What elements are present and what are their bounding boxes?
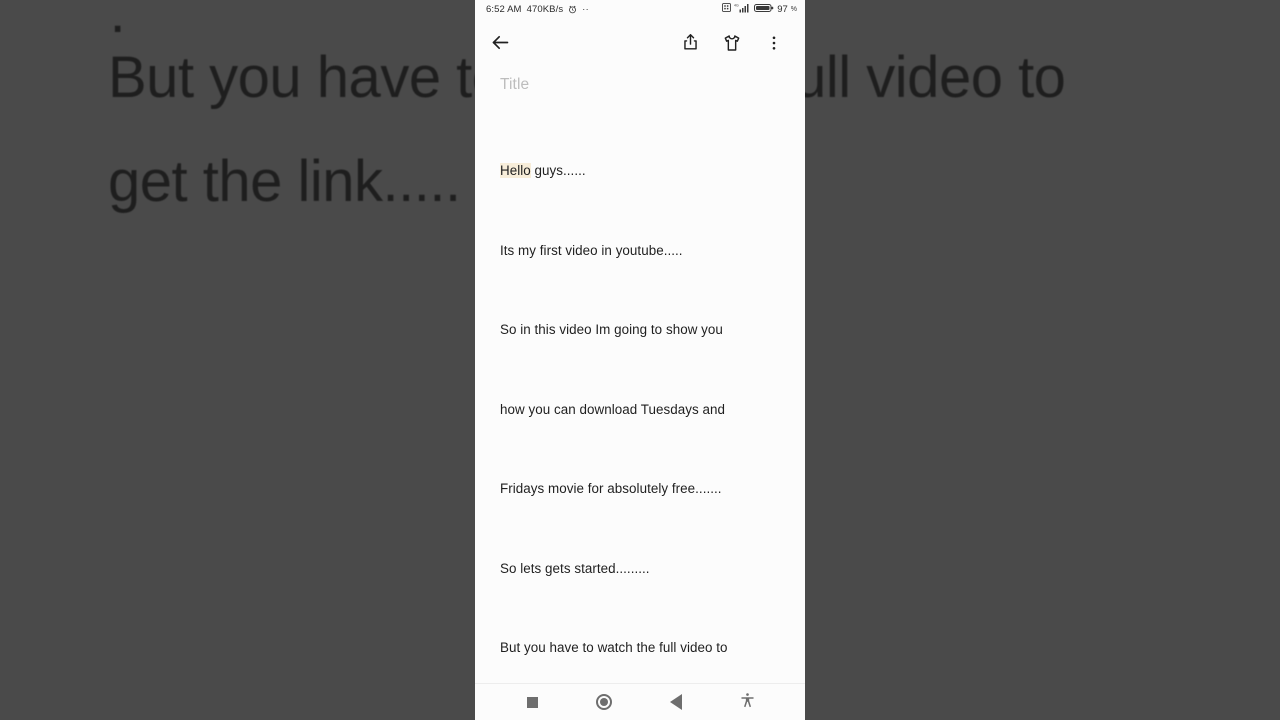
battery-percent: 97 bbox=[777, 3, 788, 15]
status-bar-right: 4G 97 % bbox=[722, 3, 797, 16]
triangle-left-icon bbox=[669, 694, 682, 710]
status-extra-dots: ·· bbox=[582, 4, 590, 14]
note-editor[interactable]: Title Hello guys...... Its my first vide… bbox=[475, 70, 805, 720]
share-icon bbox=[681, 33, 700, 55]
note-body-line: Hello guys...... bbox=[500, 158, 780, 185]
share-button[interactable] bbox=[669, 23, 711, 65]
note-body-line: how you can download Tuesdays and bbox=[500, 401, 725, 417]
note-body-text[interactable]: Hello guys...... Its my first video in y… bbox=[500, 105, 780, 720]
battery-icon bbox=[754, 3, 774, 16]
note-body-line: So in this video Im going to show you bbox=[500, 322, 723, 337]
note-body-line: Fridays movie for absolutely free....... bbox=[500, 481, 722, 496]
note-body-line: But you have to watch the full video to bbox=[500, 640, 728, 655]
status-bar: 6:52 AM 470KB/s ·· 4G 97 % bbox=[475, 0, 805, 18]
nav-back-button[interactable] bbox=[654, 684, 698, 720]
circle-icon bbox=[596, 694, 613, 710]
note-body-line: Its my first video in youtube..... bbox=[500, 242, 683, 258]
status-bar-left: 6:52 AM 470KB/s ·· bbox=[486, 4, 589, 15]
square-icon bbox=[527, 696, 539, 708]
alarm-clock-icon bbox=[568, 5, 577, 14]
svg-text:4G: 4G bbox=[734, 3, 739, 7]
accessibility-button[interactable] bbox=[725, 684, 769, 720]
app-notification-icon bbox=[722, 3, 732, 15]
status-time: 6:52 AM bbox=[486, 3, 522, 15]
theme-button[interactable] bbox=[711, 23, 753, 65]
accessibility-icon bbox=[739, 692, 756, 712]
app-toolbar bbox=[475, 18, 805, 70]
recents-button[interactable] bbox=[511, 684, 555, 720]
battery-percent-sign: % bbox=[790, 5, 797, 13]
highlighted-word: Hello bbox=[500, 163, 531, 178]
back-arrow-icon bbox=[490, 32, 511, 56]
signal-bars-icon: 4G bbox=[734, 3, 751, 16]
home-button[interactable] bbox=[582, 684, 626, 720]
note-line-rest: guys...... bbox=[530, 163, 586, 178]
note-body-line: So lets gets started......... bbox=[500, 560, 650, 576]
overflow-menu-button[interactable] bbox=[753, 23, 795, 65]
note-title-input[interactable]: Title bbox=[500, 70, 780, 105]
phone-screen-panel: 6:52 AM 470KB/s ·· 4G 97 % Title Hello g… bbox=[475, 0, 805, 720]
back-button[interactable] bbox=[479, 23, 521, 65]
status-network-speed: 470KB/s bbox=[526, 3, 564, 15]
more-vertical-icon bbox=[765, 34, 783, 55]
backdrop-line: get the link..... bbox=[108, 149, 461, 214]
t-shirt-icon bbox=[722, 33, 742, 56]
android-navigation-bar bbox=[475, 683, 805, 720]
